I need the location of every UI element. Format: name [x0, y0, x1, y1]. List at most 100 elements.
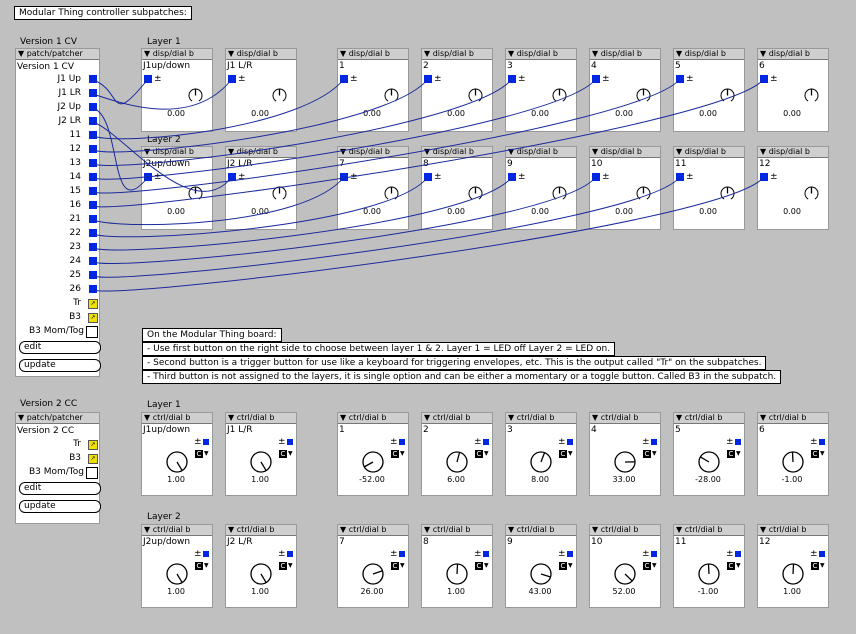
outlet-port[interactable] — [651, 439, 657, 445]
disp-dial-box[interactable]: ▼ disp/dial b J2 L/R ±0.00 — [225, 146, 297, 230]
curve-icon[interactable]: C — [279, 562, 287, 570]
curve-icon[interactable]: C — [195, 450, 203, 458]
box-header[interactable]: ▼ ctrl/dial b — [142, 413, 212, 424]
inlet-port[interactable] — [592, 173, 600, 181]
disp-dial-box[interactable]: ▼ disp/dial b J1up/down ±0.00 — [141, 48, 213, 132]
curve-icon[interactable]: C — [811, 450, 819, 458]
outlet-port[interactable] — [819, 439, 825, 445]
tr-bang-icon[interactable]: ↗ — [88, 299, 98, 309]
inlet-port[interactable] — [228, 75, 236, 83]
outlet-port[interactable] — [735, 551, 741, 557]
curve-icon[interactable]: C — [475, 562, 483, 570]
box-header[interactable]: ▼ ctrl/dial b — [590, 525, 660, 536]
disp-dial-box[interactable]: ▼ disp/dial b 10 ±0.00 — [589, 146, 661, 230]
ctrl-dial-box[interactable]: ▼ ctrl/dial b 5 ± C ▼ -28.00 — [673, 412, 745, 496]
box-header[interactable]: ▼ disp/dial b — [338, 49, 408, 60]
inlet-port[interactable] — [228, 173, 236, 181]
dial-knob-icon[interactable] — [782, 563, 804, 588]
outlet-port[interactable] — [89, 243, 97, 251]
box-header[interactable]: ▼ ctrl/dial b — [590, 413, 660, 424]
dial-knob-icon[interactable] — [614, 563, 636, 588]
ctrl-dial-box[interactable]: ▼ ctrl/dial b 12 ± C ▼ 1.00 — [757, 524, 829, 608]
outlet-port[interactable] — [89, 75, 97, 83]
inlet-port[interactable] — [424, 173, 432, 181]
curve-icon[interactable]: C — [559, 450, 567, 458]
inlet-port[interactable] — [760, 173, 768, 181]
box-header[interactable]: ▼ disp/dial b — [142, 147, 212, 158]
update-button[interactable]: update — [19, 359, 101, 372]
dial-knob-icon[interactable] — [698, 563, 720, 588]
box-header[interactable]: ▼ ctrl/dial b — [422, 413, 492, 424]
disp-dial-box[interactable]: ▼ disp/dial b 3 ±0.00 — [505, 48, 577, 132]
dial-icon[interactable] — [272, 186, 287, 204]
v2-patcher-box[interactable]: ▼ patch/patcher Version 2 CC Tr ↗ B3 ↗ B… — [15, 412, 101, 524]
outlet-port[interactable] — [203, 551, 209, 557]
disp-dial-box[interactable]: ▼ disp/dial b J2up/down ±0.00 — [141, 146, 213, 230]
outlet-port[interactable] — [89, 229, 97, 237]
dial-icon[interactable] — [468, 88, 483, 106]
box-header[interactable]: ▼ disp/dial b — [226, 49, 296, 60]
box-header[interactable]: ▼ disp/dial b — [142, 49, 212, 60]
dial-knob-icon[interactable] — [250, 451, 272, 476]
chevron-down-icon[interactable]: ▼ — [652, 450, 657, 458]
disp-dial-box[interactable]: ▼ disp/dial b J1 L/R ±0.00 — [225, 48, 297, 132]
curve-icon[interactable]: C — [643, 450, 651, 458]
outlet-port[interactable] — [89, 201, 97, 209]
curve-icon[interactable]: C — [195, 562, 203, 570]
edit-button[interactable]: edit — [19, 341, 101, 354]
disp-dial-box[interactable]: ▼ disp/dial b 8 ±0.00 — [421, 146, 493, 230]
outlet-port[interactable] — [567, 439, 573, 445]
box-header[interactable]: ▼ ctrl/dial b — [506, 525, 576, 536]
chevron-down-icon[interactable]: ▼ — [400, 450, 405, 458]
box-header[interactable]: ▼ ctrl/dial b — [758, 525, 828, 536]
outlet-port[interactable] — [89, 215, 97, 223]
chevron-down-icon[interactable]: ▼ — [820, 450, 825, 458]
inlet-port[interactable] — [508, 75, 516, 83]
chevron-down-icon[interactable]: ▼ — [820, 562, 825, 570]
box-header[interactable]: ▼ disp/dial b — [758, 49, 828, 60]
disp-dial-box[interactable]: ▼ disp/dial b 5 ±0.00 — [673, 48, 745, 132]
outlet-port[interactable] — [483, 551, 489, 557]
box-header[interactable]: ▼ disp/dial b — [422, 147, 492, 158]
chevron-down-icon[interactable]: ▼ — [568, 450, 573, 458]
outlet-port[interactable] — [89, 285, 97, 293]
dial-icon[interactable] — [804, 88, 819, 106]
disp-dial-box[interactable]: ▼ disp/dial b 6 ±0.00 — [757, 48, 829, 132]
disp-dial-box[interactable]: ▼ disp/dial b 1 ±0.00 — [337, 48, 409, 132]
box-header[interactable]: ▼ disp/dial b — [674, 147, 744, 158]
mom-tog-toggle[interactable] — [86, 326, 98, 338]
ctrl-dial-box[interactable]: ▼ ctrl/dial b J2up/down ± C ▼ 1.00 — [141, 524, 213, 608]
ctrl-dial-box[interactable]: ▼ ctrl/dial b 9 ± C ▼ 43.00 — [505, 524, 577, 608]
box-header[interactable]: ▼ disp/dial b — [422, 49, 492, 60]
disp-dial-box[interactable]: ▼ disp/dial b 7 ±0.00 — [337, 146, 409, 230]
curve-icon[interactable]: C — [391, 562, 399, 570]
tr-bang-icon[interactable]: ↗ — [88, 440, 98, 450]
ctrl-dial-box[interactable]: ▼ ctrl/dial b 2 ± C ▼ 6.00 — [421, 412, 493, 496]
dial-icon[interactable] — [720, 88, 735, 106]
box-header[interactable]: ▼ disp/dial b — [506, 49, 576, 60]
dial-icon[interactable] — [552, 186, 567, 204]
box-header[interactable]: ▼ ctrl/dial b — [674, 525, 744, 536]
outlet-port[interactable] — [89, 187, 97, 195]
curve-icon[interactable]: C — [391, 450, 399, 458]
inlet-port[interactable] — [144, 173, 152, 181]
outlet-port[interactable] — [89, 89, 97, 97]
outlet-port[interactable] — [89, 271, 97, 279]
curve-icon[interactable]: C — [559, 562, 567, 570]
disp-dial-box[interactable]: ▼ disp/dial b 9 ±0.00 — [505, 146, 577, 230]
curve-icon[interactable]: C — [727, 450, 735, 458]
inlet-port[interactable] — [424, 75, 432, 83]
outlet-port[interactable] — [567, 551, 573, 557]
inlet-port[interactable] — [508, 173, 516, 181]
b3-bang-icon[interactable]: ↗ — [88, 313, 98, 323]
disp-dial-box[interactable]: ▼ disp/dial b 11 ±0.00 — [673, 146, 745, 230]
ctrl-dial-box[interactable]: ▼ ctrl/dial b 10 ± C ▼ 52.00 — [589, 524, 661, 608]
dial-knob-icon[interactable] — [446, 563, 468, 588]
outlet-port[interactable] — [89, 257, 97, 265]
dial-icon[interactable] — [636, 88, 651, 106]
chevron-down-icon[interactable]: ▼ — [204, 450, 209, 458]
outlet-port[interactable] — [287, 439, 293, 445]
box-header[interactable]: ▼ ctrl/dial b — [674, 413, 744, 424]
box-header[interactable]: ▼ ctrl/dial b — [758, 413, 828, 424]
dial-icon[interactable] — [552, 88, 567, 106]
